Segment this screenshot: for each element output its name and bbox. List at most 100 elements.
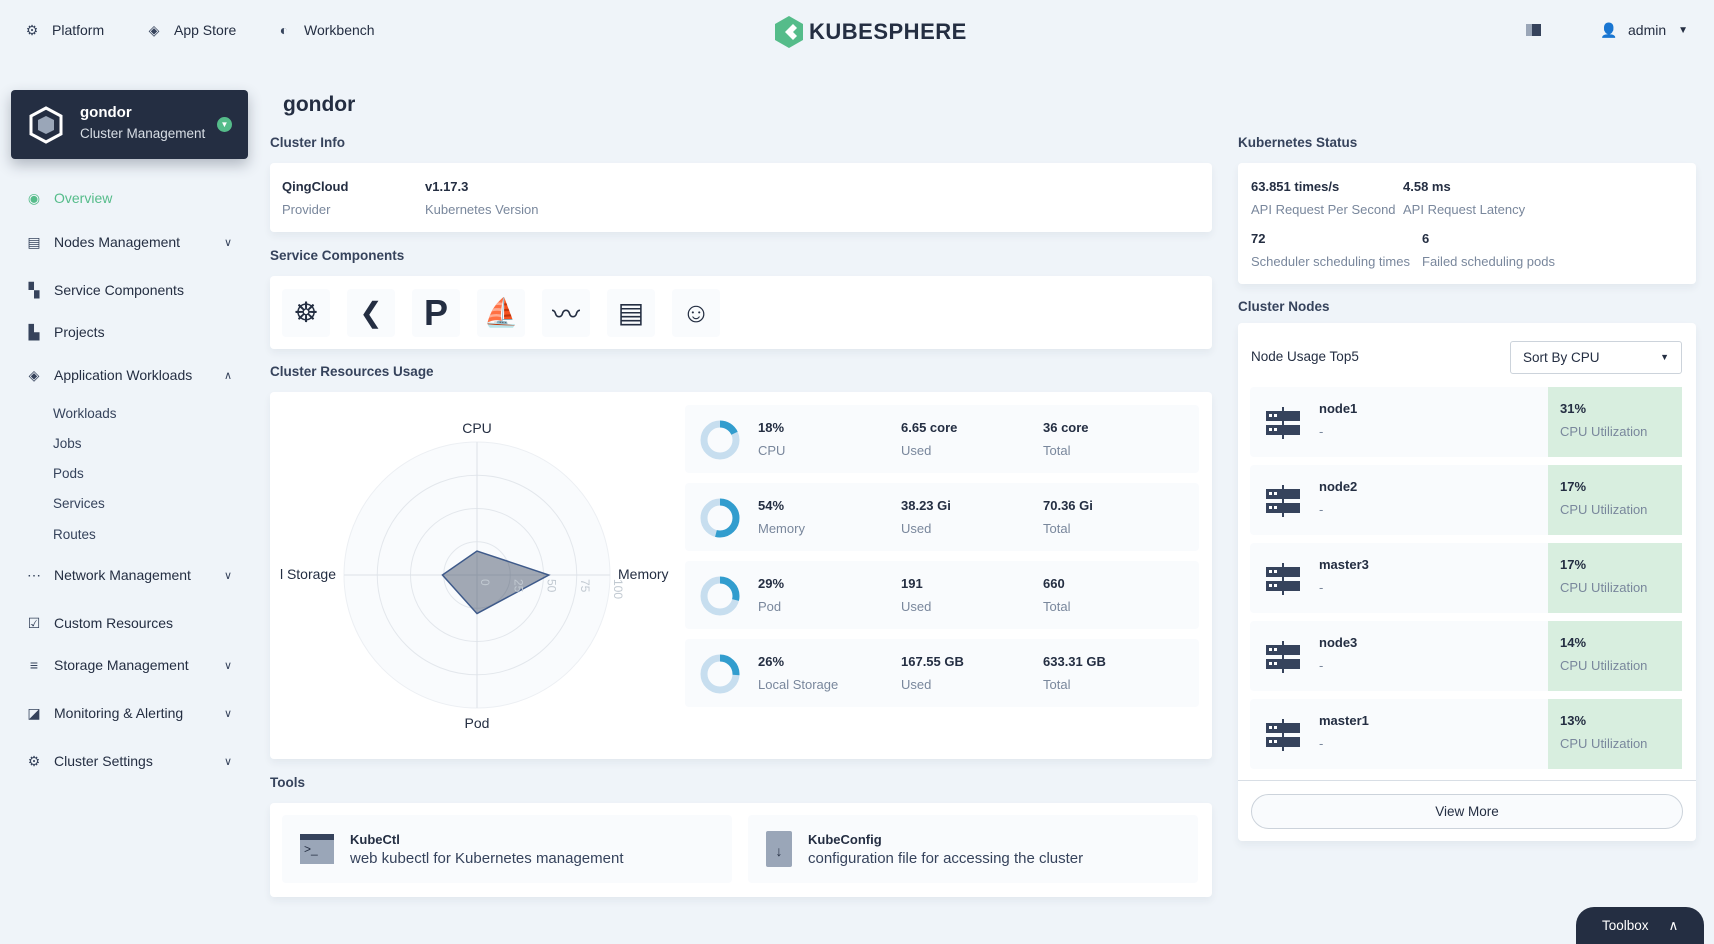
platform-link[interactable]: ⚙Platform: [24, 22, 104, 38]
total-value: 36 core: [1043, 420, 1089, 435]
kubesphere-icon[interactable]: ❮: [347, 289, 395, 337]
cluster-subtitle: Cluster Management: [80, 126, 205, 141]
resource-name: Local Storage: [758, 677, 838, 692]
sidebar-item-label: Projects: [54, 324, 105, 340]
node-role: -: [1319, 736, 1369, 751]
chevron-up-icon: ∧: [224, 369, 232, 382]
cluster-info-card: QingCloudProvider v1.17.3Kubernetes Vers…: [270, 163, 1212, 232]
server-icon: [1266, 639, 1300, 673]
sidebar-item-overview[interactable]: ◉Overview: [26, 190, 232, 206]
prometheus-icon[interactable]: P: [412, 289, 460, 337]
logging-icon[interactable]: ▤: [607, 289, 655, 337]
workbench-icon: ◐: [276, 22, 292, 38]
logo-text: KUBESPHERE: [809, 19, 967, 45]
sidebar-item-storage[interactable]: ≡Storage Management∨: [26, 657, 232, 673]
chevron-down-icon: ∨: [224, 707, 232, 720]
usage-percent: 26%: [758, 654, 838, 669]
chevron-up-icon: ∧: [1669, 918, 1679, 934]
sidebar-item-custom-resources[interactable]: ☑Custom Resources: [26, 615, 232, 631]
node-row[interactable]: node1- 31%CPU Utilization: [1250, 387, 1682, 457]
kubectl-tool[interactable]: >_ KubeCtlweb kubectl for Kubernetes man…: [282, 815, 732, 883]
crd-icon: ☑: [26, 615, 42, 631]
usage-donut: [699, 497, 741, 539]
resource-name: Memory: [758, 521, 805, 536]
usage-donut: [699, 575, 741, 617]
total-label: Total: [1043, 599, 1070, 614]
resource-row: 18%CPU 6.65 coreUsed 36 coreTotal: [685, 405, 1199, 473]
resource-name: Pod: [758, 599, 784, 614]
server-icon: [1266, 405, 1300, 439]
kubesphere-logo[interactable]: KUBESPHERE: [775, 16, 967, 48]
node-utilization: 14% CPU Utilization: [1548, 621, 1682, 691]
provider-label: Provider: [282, 202, 348, 217]
sidebar-item-monitoring[interactable]: ◪Monitoring & Alerting∨: [26, 705, 232, 721]
chevron-down-icon: ∨: [224, 236, 232, 249]
radar-tick-label: 25: [511, 579, 525, 593]
node-row[interactable]: node3- 14%CPU Utilization: [1250, 621, 1682, 691]
cluster-nodes-heading: Cluster Nodes: [1238, 299, 1330, 314]
docs-icon[interactable]: [1526, 24, 1541, 36]
failed-pods-value: 6: [1422, 231, 1555, 246]
sidebar-subitem-pods[interactable]: Pods: [53, 466, 84, 481]
sidebar-item-label: Service Components: [54, 282, 184, 298]
sidebar-item-network[interactable]: ⋯Network Management∨: [26, 567, 232, 583]
sidebar-item-nodes[interactable]: ▤Nodes Management∨: [26, 234, 232, 250]
workbench-link[interactable]: ◐Workbench: [276, 22, 375, 38]
utilization-value: 17%: [1560, 557, 1670, 572]
sidebar-subitem-jobs[interactable]: Jobs: [53, 436, 82, 451]
toolbox-button[interactable]: Toolbox ∧: [1576, 907, 1704, 944]
sidebar-item-application-workloads[interactable]: ◈Application Workloads∧: [26, 367, 232, 383]
sidebar-subitem-workloads[interactable]: Workloads: [53, 406, 117, 421]
node-row[interactable]: master1- 13%CPU Utilization: [1250, 699, 1682, 769]
caret-down-icon: ▼: [1678, 25, 1688, 36]
tool-description: configuration file for accessing the clu…: [808, 850, 1083, 867]
istio-icon[interactable]: ⛵: [477, 289, 525, 337]
resource-radar-chart: 0255075100CPUMemoryPodl Storage: [270, 392, 685, 759]
utilization-label: CPU Utilization: [1560, 658, 1670, 673]
app-store-link[interactable]: ◈App Store: [146, 22, 236, 38]
kubeconfig-tool[interactable]: ↓ KubeConfigconfiguration file for acces…: [748, 815, 1198, 883]
k8s-status-card: 63.851 times/sAPI Request Per Second 4.5…: [1238, 163, 1696, 284]
dashboard-icon: ◉: [26, 190, 42, 206]
node-row[interactable]: node2- 17%CPU Utilization: [1250, 465, 1682, 535]
node-role: -: [1319, 502, 1357, 517]
user-menu[interactable]: 👤admin▼: [1600, 22, 1688, 38]
node-role: -: [1319, 424, 1357, 439]
sort-select[interactable]: Sort By CPU▼: [1510, 341, 1682, 374]
sidebar-item-service-components[interactable]: ▚Service Components: [26, 282, 232, 298]
chevron-down-icon: ∨: [224, 569, 232, 582]
tools-card: >_ KubeCtlweb kubectl for Kubernetes man…: [270, 803, 1212, 897]
node-role: -: [1319, 580, 1369, 595]
sidebar-item-label: Monitoring & Alerting: [54, 705, 183, 721]
radar-tick-label: 0: [478, 579, 492, 586]
radar-tick-label: 100: [611, 579, 625, 599]
utilization-value: 14%: [1560, 635, 1670, 650]
used-label: Used: [901, 599, 931, 614]
resource-row: 29%Pod 191Used 660Total: [685, 561, 1199, 629]
total-value: 660: [1043, 576, 1070, 591]
tool-title: KubeCtl: [350, 832, 624, 847]
projects-icon: ▙: [26, 324, 42, 340]
jenkins-icon[interactable]: ☺: [672, 289, 720, 337]
sidebar-item-cluster-settings[interactable]: ⚙Cluster Settings∨: [26, 753, 232, 769]
node-usage-title: Node Usage Top5: [1251, 349, 1359, 364]
utilization-label: CPU Utilization: [1560, 580, 1670, 595]
monitoring-icon[interactable]: 〰: [542, 289, 590, 337]
kubernetes-icon[interactable]: ☸: [282, 289, 330, 337]
toolbox-label: Toolbox: [1602, 918, 1649, 933]
utilization-label: CPU Utilization: [1560, 424, 1670, 439]
total-label: Total: [1043, 521, 1093, 536]
sidebar-item-projects[interactable]: ▙ Projects: [26, 324, 232, 340]
view-more-button[interactable]: View More: [1251, 794, 1683, 829]
used-value: 167.55 GB: [901, 654, 964, 669]
cluster-switcher[interactable]: gondor Cluster Management ▼: [11, 90, 248, 159]
service-components-heading: Service Components: [270, 248, 404, 263]
sidebar-subitem-services[interactable]: Services: [53, 496, 105, 511]
sidebar-subitem-routes[interactable]: Routes: [53, 527, 96, 542]
download-file-icon: ↓: [766, 831, 792, 867]
used-label: Used: [901, 443, 957, 458]
switch-cluster-icon[interactable]: ▼: [217, 117, 232, 132]
api-rps-label: API Request Per Second: [1251, 202, 1396, 217]
node-row[interactable]: master3- 17%CPU Utilization: [1250, 543, 1682, 613]
total-value: 70.36 Gi: [1043, 498, 1093, 513]
